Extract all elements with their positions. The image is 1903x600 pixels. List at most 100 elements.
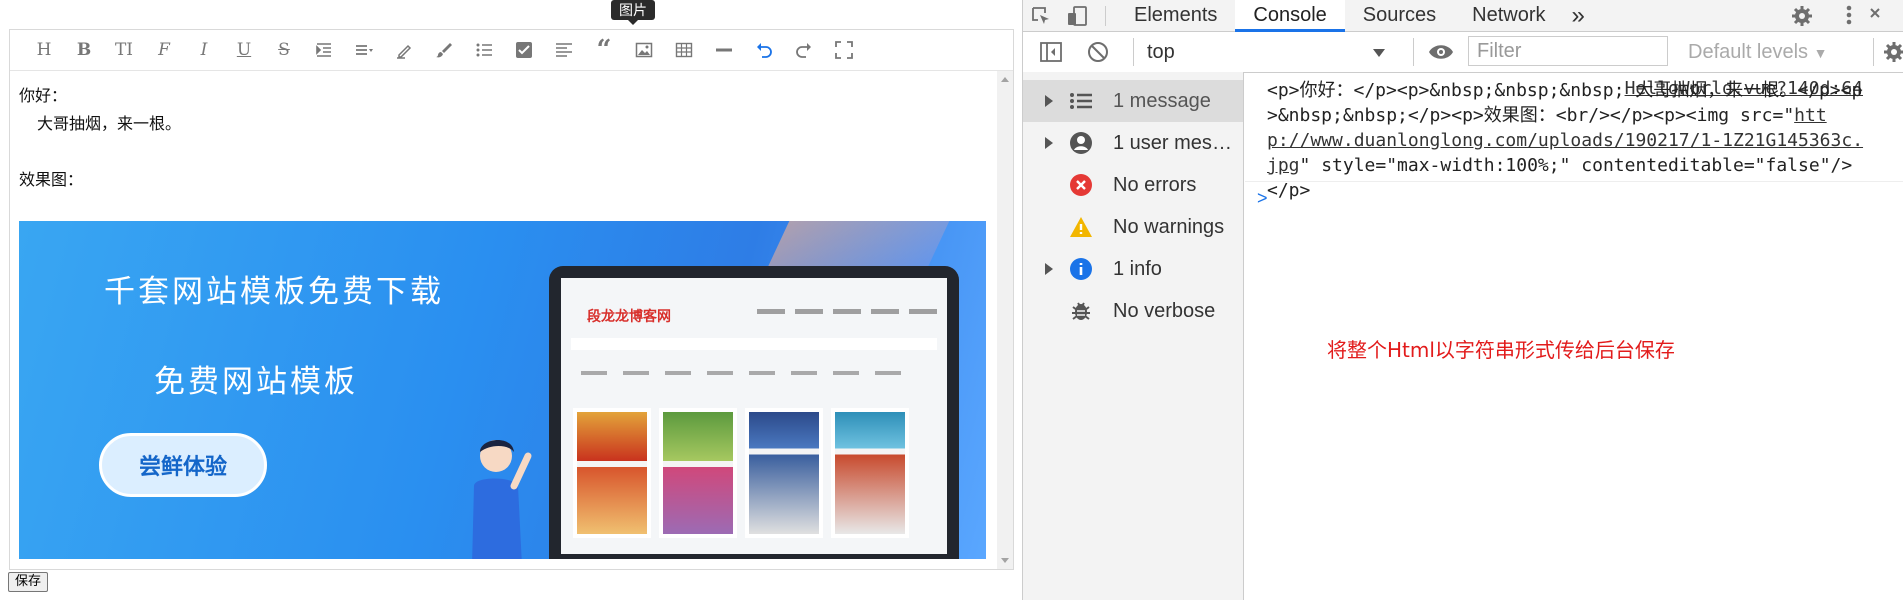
content-sentence: 大哥抽烟，来一根。 <box>37 114 182 133</box>
sidebar-item-messages[interactable]: 1 message <box>1023 80 1243 122</box>
sidebar-item-errors[interactable]: No errors <box>1023 164 1243 206</box>
underline-button[interactable]: U <box>224 35 264 65</box>
image-tooltip: 图片 <box>611 0 655 25</box>
undo-button[interactable] <box>744 35 784 65</box>
expand-triangle-icon[interactable] <box>1045 137 1053 149</box>
gear-icon <box>1884 42 1903 62</box>
site-nav <box>757 309 937 314</box>
site-tabs <box>581 371 901 375</box>
sidebar-item-label: No errors <box>1113 173 1197 196</box>
table-button[interactable] <box>664 35 704 65</box>
bug-icon <box>1069 299 1093 323</box>
thumbnail <box>573 408 651 538</box>
fullscreen-button[interactable] <box>824 35 864 65</box>
log-text: <p>你好：</p><p>&nbsp;&nbsp;&nbsp; 大哥抽烟，来一根… <box>1267 80 1863 126</box>
console-sidebar: 1 message 1 user mess… No errors No warn… <box>1023 72 1244 600</box>
brush-button[interactable] <box>424 35 464 65</box>
sidebar-item-label: 1 info <box>1113 257 1162 280</box>
log-message: <p>你好：</p><p>&nbsp;&nbsp;&nbsp; 大哥抽烟，来一根… <box>1267 78 1867 203</box>
horizontal-rule-button[interactable] <box>704 35 744 65</box>
heading-icon: H <box>36 40 52 60</box>
table-icon <box>675 42 693 58</box>
banner-image[interactable]: 千套网站模板免费下载 免费网站模板 尝鲜体验 段龙龙博客网 <box>19 221 986 559</box>
save-button[interactable]: 保存 <box>8 572 49 592</box>
device-icon <box>1068 5 1087 26</box>
quote-button[interactable]: “ <box>584 35 624 65</box>
sidebar-toggle-button[interactable] <box>1039 41 1063 68</box>
inspect-element-button[interactable] <box>1023 0 1059 31</box>
align-left-button[interactable] <box>544 35 584 65</box>
bullet-list-button[interactable] <box>464 35 504 65</box>
user-icon <box>1069 131 1093 155</box>
expand-triangle-icon[interactable] <box>1045 95 1053 107</box>
brush-icon <box>436 43 452 58</box>
heading-button[interactable]: H <box>24 35 64 65</box>
bold-icon: B <box>76 40 92 60</box>
close-icon <box>1870 8 1880 18</box>
scroll-up-arrow-icon[interactable] <box>1001 77 1009 82</box>
text-size-icon: TI <box>114 40 134 60</box>
list-icon <box>1069 89 1093 113</box>
strikethrough-icon: S <box>278 40 290 60</box>
indent-button[interactable] <box>304 35 344 65</box>
highlight-button[interactable] <box>384 35 424 65</box>
checkbox-icon <box>516 42 532 58</box>
console-filter-input[interactable]: Filter <box>1468 36 1668 66</box>
device-toolbar-button[interactable] <box>1059 0 1095 31</box>
sidebar-item-label: No warnings <box>1113 215 1225 238</box>
toolbar-divider <box>1873 38 1874 66</box>
sidebar-item-warnings[interactable]: No warnings <box>1023 206 1243 248</box>
strikethrough-button[interactable]: S <box>264 35 304 65</box>
settings-button[interactable] <box>1791 5 1813 32</box>
toolbar-divider <box>1133 38 1134 66</box>
tab-console[interactable]: Console <box>1235 0 1346 32</box>
line-height-button[interactable] <box>344 35 384 65</box>
italic-button[interactable]: I <box>184 35 224 65</box>
thumbnail <box>831 408 909 538</box>
info-icon <box>1069 257 1093 281</box>
more-options-button[interactable] <box>1845 4 1853 31</box>
devtools-panel: Elements Console Sources Network » top F… <box>1022 0 1903 600</box>
more-tabs-button[interactable]: » <box>1564 0 1593 31</box>
tab-network[interactable]: Network <box>1454 0 1563 31</box>
image-icon <box>635 42 653 58</box>
redo-button[interactable] <box>784 35 824 65</box>
horizontal-rule-icon <box>716 48 732 52</box>
live-expression-button[interactable] <box>1427 41 1455 68</box>
thumbnail <box>659 408 737 538</box>
log-levels-dropdown[interactable]: Default levels ▼ <box>1688 38 1827 67</box>
image-button[interactable] <box>624 35 664 65</box>
font-size-button[interactable]: TI <box>104 35 144 65</box>
scroll-down-arrow-icon[interactable] <box>1001 558 1009 563</box>
font-style-button[interactable]: F <box>144 35 184 65</box>
gear-icon <box>1792 6 1812 26</box>
console-toolbar: top Filter Default levels ▼ <box>1023 32 1903 73</box>
clear-console-button[interactable] <box>1087 41 1109 68</box>
log-text: " style="max-width:100%;" contenteditabl… <box>1267 155 1853 201</box>
chevron-down-icon: ▼ <box>1813 45 1828 61</box>
tab-elements[interactable]: Elements <box>1116 0 1235 31</box>
checkbox-button[interactable] <box>504 35 544 65</box>
highlighter-icon <box>397 44 412 59</box>
close-devtools-button[interactable] <box>1869 5 1881 30</box>
console-settings-button[interactable] <box>1883 41 1903 68</box>
sidebar-item-info[interactable]: 1 info <box>1023 248 1243 290</box>
tab-sources[interactable]: Sources <box>1345 0 1454 31</box>
sidebar-item-user-messages[interactable]: 1 user mess… <box>1023 122 1243 164</box>
editor-content[interactable]: 你好： 大哥抽烟，来一根。 效果图： 千套网站模板免费下载 免费网站模板 尝鲜体… <box>19 76 993 567</box>
log-divider <box>1245 181 1903 182</box>
fullscreen-icon <box>835 41 853 59</box>
sidebar-item-label: No verbose <box>1113 299 1216 322</box>
tab-divider <box>1105 5 1106 26</box>
person-illustration <box>472 439 532 559</box>
bold-button[interactable]: B <box>64 35 104 65</box>
editor-scrollbar[interactable] <box>997 71 1013 569</box>
laptop-illustration: 段龙龙博客网 <box>549 266 959 559</box>
context-selector[interactable]: top <box>1147 38 1397 66</box>
console-prompt-icon[interactable]: > <box>1257 188 1268 209</box>
dropdown-arrow-icon <box>1373 49 1385 57</box>
expand-triangle-icon[interactable] <box>1045 263 1053 275</box>
sidebar-item-verbose[interactable]: No verbose <box>1023 290 1243 332</box>
rich-text-editor: H B TI F I U S “ 你好： 大哥抽烟，来一根。 效果图： 千套网站… <box>9 29 1014 570</box>
site-logo: 段龙龙博客网 <box>587 309 671 325</box>
